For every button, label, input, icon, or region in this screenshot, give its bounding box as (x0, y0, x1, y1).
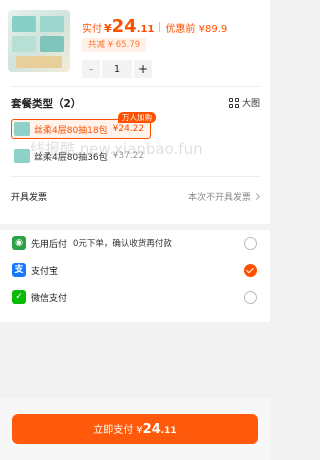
divider (10, 176, 260, 177)
option-price: ¥37.22 (112, 151, 145, 161)
wechat-pay-icon: ✓ (12, 290, 26, 304)
hot-badge: 万人加购 (118, 112, 156, 123)
option-name: 丝柔4层80抽36包 (34, 152, 108, 163)
pay-method-name: 微信支付 (31, 293, 68, 304)
combo-option-36-packs[interactable]: 丝柔4层80抽36包 ¥37.22 (11, 146, 151, 166)
grid-icon (228, 97, 239, 108)
chevron-right-icon (252, 192, 261, 201)
price-currency: ¥ (104, 22, 112, 35)
invoice-row[interactable]: 开具发票 本次不开具发票 (11, 190, 261, 203)
increase-button[interactable]: + (134, 60, 152, 78)
option-price: ¥24.22 (112, 124, 145, 134)
pay-method-pay-later[interactable]: ◉ 先用后付 0元下单，确认收货再付款 (0, 230, 270, 256)
pay-now-button[interactable]: 立即支付 ¥ 24 .11 (12, 414, 258, 444)
combo-type-title: 套餐类型（2） (11, 98, 82, 110)
pay-method-name: 先用后付 (31, 239, 68, 250)
actual-pay-label: 实付 (82, 24, 102, 35)
large-view-toggle[interactable]: 大图 (228, 96, 260, 109)
divider (10, 86, 260, 87)
price-decimal: .11 (136, 24, 155, 35)
invoice-label: 开具发票 (11, 193, 48, 203)
option-thumbnail (14, 122, 30, 136)
price-integer: 24 (111, 16, 137, 37)
discount-tag: 共减 ¥ 65.79 (82, 38, 147, 52)
invoice-value: 本次不开具发票 (187, 193, 251, 203)
large-view-label: 大图 (241, 99, 260, 109)
pay-method-wechat[interactable]: ✓ 微信支付 (0, 284, 270, 310)
option-name: 丝柔4层80抽18包 (34, 125, 108, 136)
pay-now-label: 立即支付 (93, 425, 134, 436)
option-thumbnail (14, 149, 30, 163)
pay-method-desc: 0元下单，确认收货再付款 (73, 239, 172, 249)
pay-now-price-integer: 24 (142, 422, 161, 437)
quantity-input[interactable]: 1 (102, 60, 132, 78)
alipay-radio[interactable] (244, 263, 257, 277)
pay-now-price-decimal: .11 (160, 426, 177, 436)
alipay-icon: 支 (12, 263, 26, 277)
price-separator (159, 21, 161, 32)
decrease-button[interactable]: - (82, 60, 100, 78)
pre-discount-price: 优惠前 ¥89.9 (165, 24, 228, 35)
pay-method-alipay[interactable]: 支 支付宝 (0, 257, 270, 283)
bottom-bar: 立即支付 ¥ 24 .11 (0, 398, 270, 460)
order-summary-card: 实付 ¥ 24 .11 优惠前 ¥89.9 共减 ¥ 65.79 - 1 + 套… (0, 0, 270, 224)
quantity-stepper: - 1 + (82, 60, 152, 78)
price-row: 实付 ¥ 24 .11 优惠前 ¥89.9 (82, 16, 227, 37)
pay-later-icon: ◉ (12, 236, 26, 250)
product-thumbnail (8, 10, 70, 72)
wechat-pay-radio[interactable] (244, 290, 257, 304)
pay-method-name: 支付宝 (31, 266, 59, 277)
payment-method-card: ◉ 先用后付 0元下单，确认收货再付款 支 支付宝 ✓ 微信支付 (0, 230, 270, 322)
pay-later-radio[interactable] (244, 236, 257, 250)
